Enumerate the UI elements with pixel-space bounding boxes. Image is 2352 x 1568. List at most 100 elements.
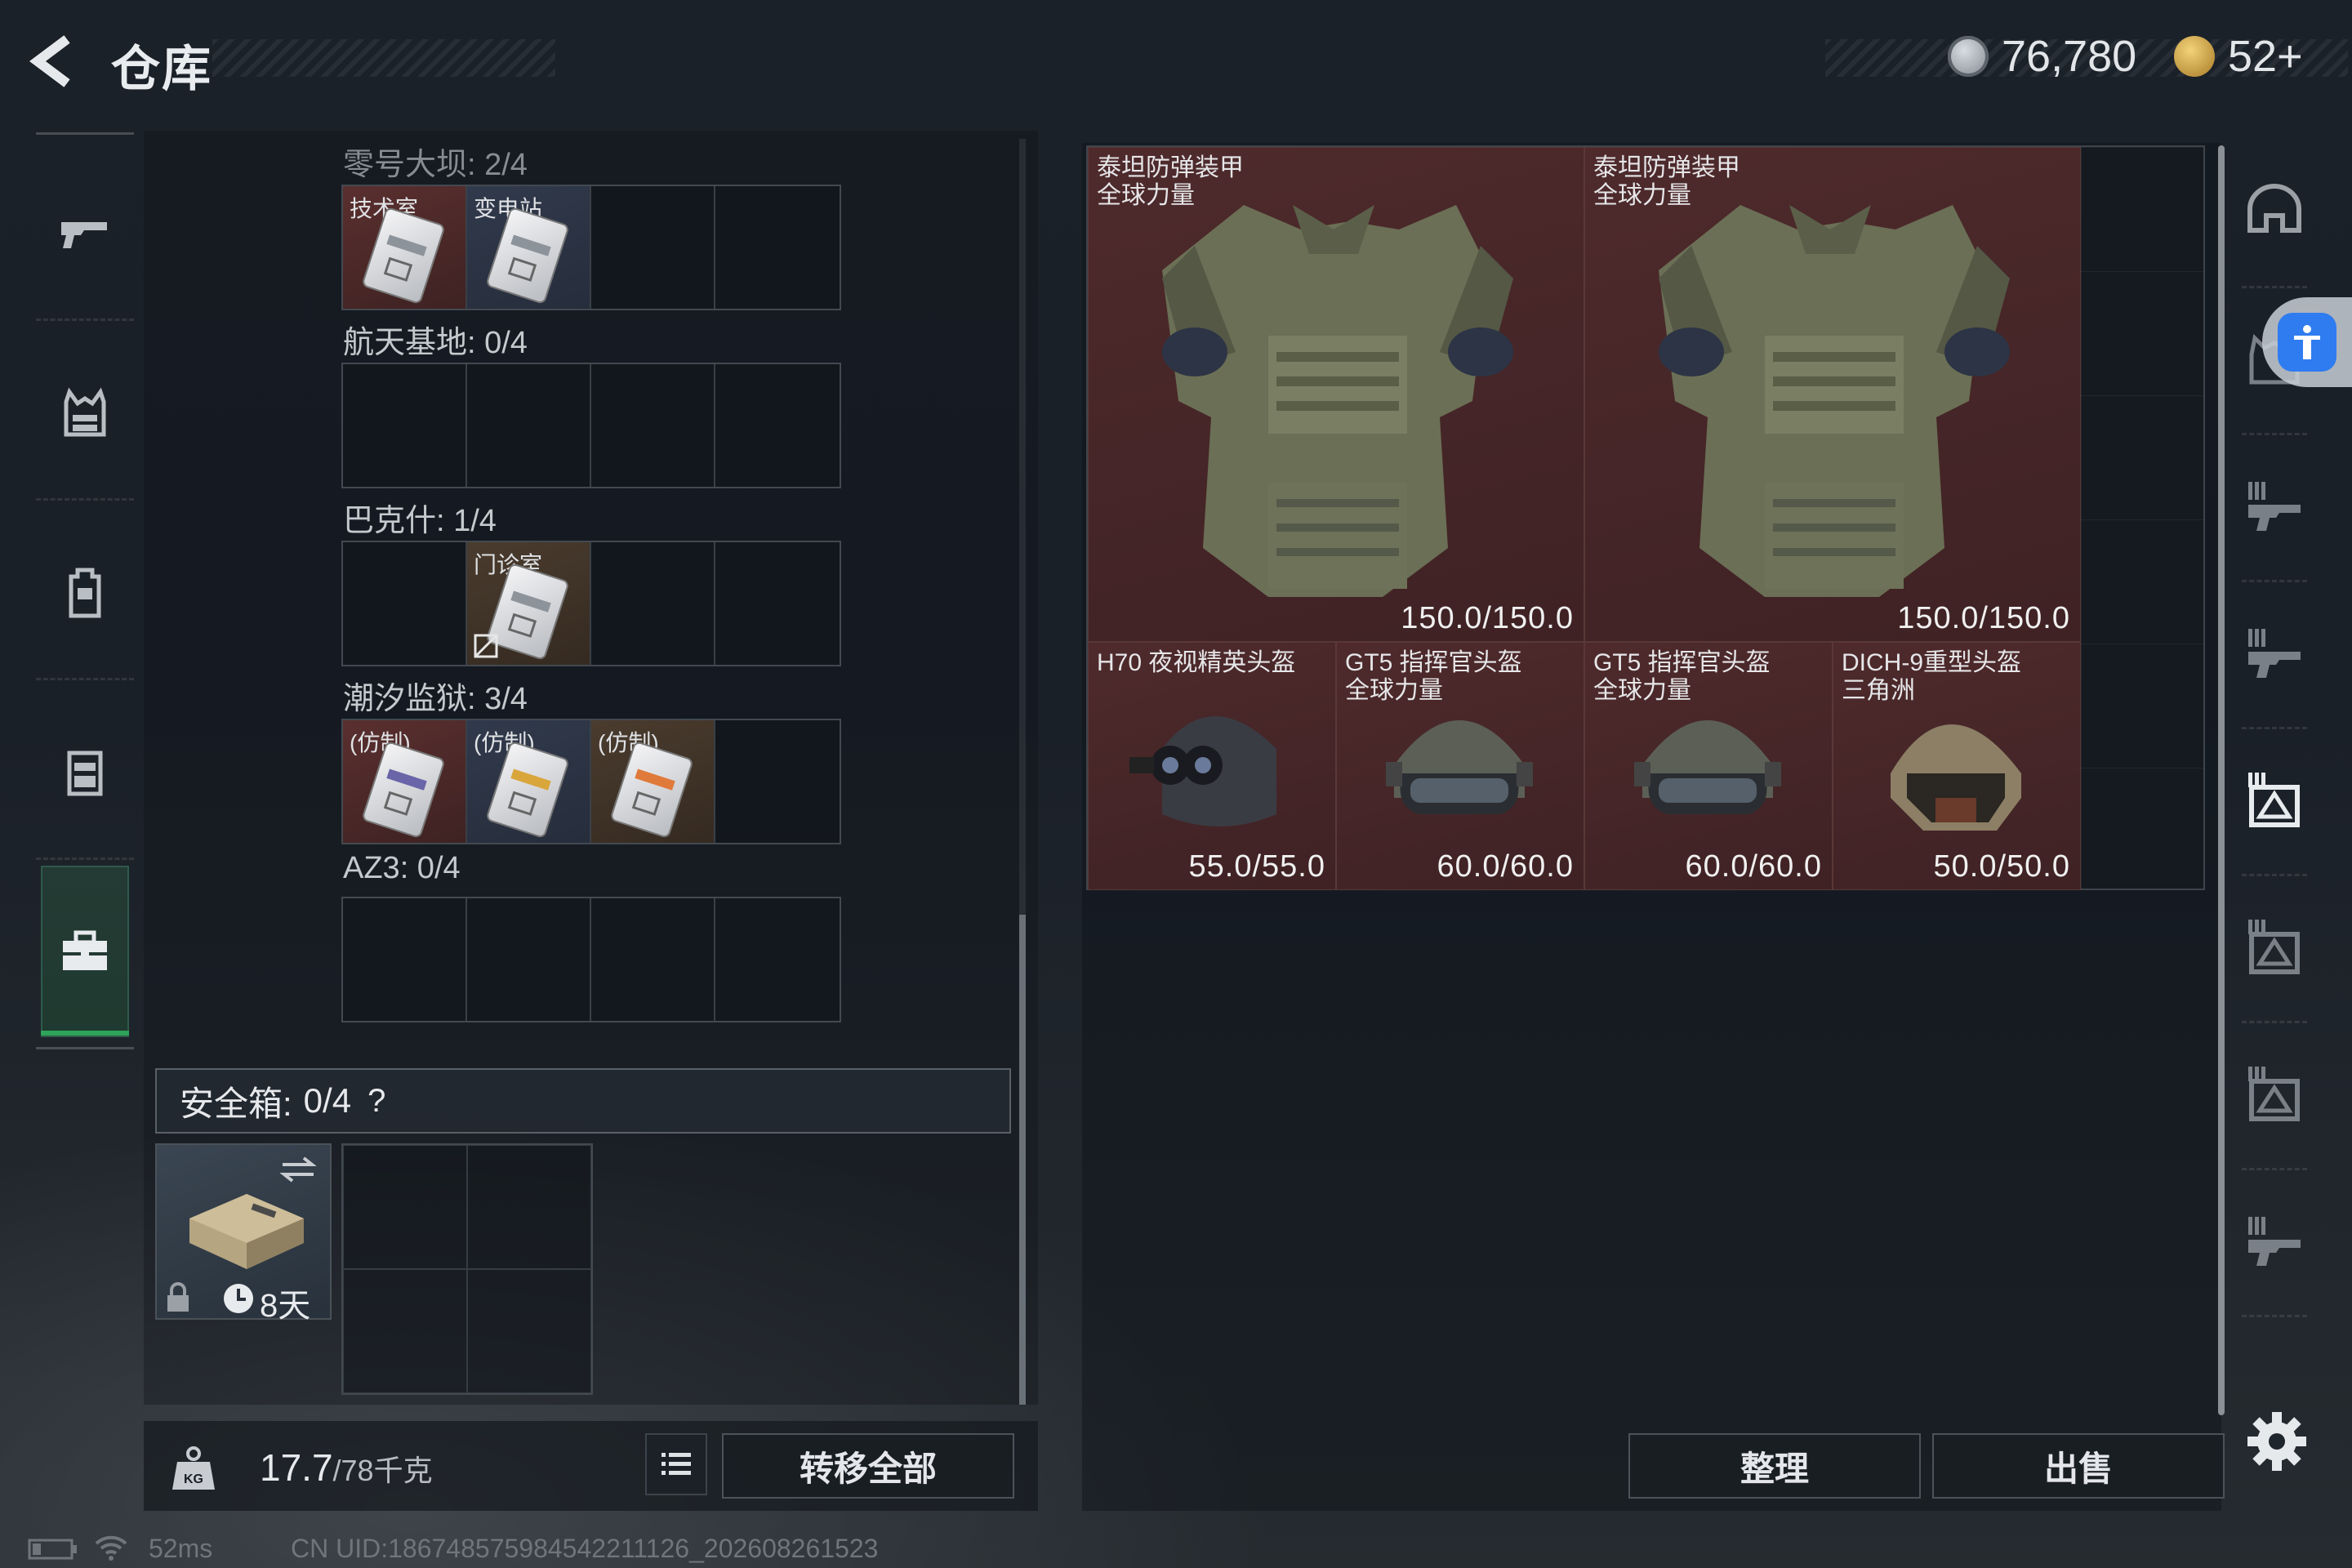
gun-slot-icon [2248,1217,2301,1266]
key-card-slot[interactable]: 门诊室 [467,542,591,665]
safe-case-icon [189,1194,304,1269]
clock-icon [224,1284,253,1313]
gun-icon [61,222,107,248]
equip-slot-helmet[interactable] [2234,139,2315,286]
list-view-button[interactable] [645,1433,707,1495]
currency-premium-value: 52+ [2228,32,2303,81]
right-scrollbar[interactable] [2218,145,2225,1415]
sidebar-divider [36,858,134,860]
category-sidebar [28,131,142,1054]
container-slot-icon [2248,1067,2300,1121]
toolbox-icon [63,930,107,970]
sidebar-item-toolbox[interactable] [41,866,129,1037]
weight-current: 17.7 [260,1446,333,1489]
back-arrow-icon[interactable] [24,33,82,90]
sidebar-divider [36,1047,134,1049]
item-durability: 55.0/55.0 [1188,849,1325,884]
empty-slot[interactable] [467,1145,591,1269]
empty-slot[interactable] [715,542,840,665]
help-icon[interactable]: ? [368,1083,385,1120]
safe-box-header: 安全箱: 0/4 ? [155,1068,1011,1134]
key-card-slot[interactable]: (仿制) [343,720,467,843]
item-durability: 150.0/150.0 [1897,601,2070,635]
equip-slot-container-active[interactable] [2234,727,2315,874]
safe-box-duration: 8天 [260,1288,311,1324]
sell-button[interactable]: 出售 [1932,1433,2225,1499]
collection-grid [341,363,841,488]
sidebar-divider [36,132,134,135]
transfer-all-button[interactable]: 转移全部 [722,1433,1014,1499]
empty-slot[interactable] [591,898,715,1021]
key-card-slot[interactable]: (仿制) [467,720,591,843]
accessibility-button[interactable] [2262,297,2352,387]
sidebar-divider [36,678,134,680]
key-card-slot[interactable]: 变电站 [467,186,591,309]
sidebar-item-armor[interactable] [28,327,142,498]
equip-slot-container[interactable] [2234,1021,2315,1168]
empty-slot[interactable] [343,898,467,1021]
ping-value: 52ms [149,1534,213,1563]
title-decoration [212,39,555,77]
page-title: 仓库 [111,42,212,96]
collection-grid [341,897,841,1022]
collection-title: 巴克什: 1/4 [343,504,497,538]
empty-slot[interactable] [343,542,467,665]
empty-slot[interactable] [591,542,715,665]
empty-slot[interactable] [467,898,591,1021]
collection-grid: 技术室 变电站 [341,185,841,310]
collection-grid: 门诊室 [341,541,841,666]
equip-slot-weapon-1[interactable] [2234,433,2315,580]
empty-slot[interactable] [343,364,467,487]
inventory-item[interactable]: 泰坦防弹装甲 全球力量 150.0/150.0 [1584,147,2081,642]
inventory-item[interactable]: H70 夜视精英头盔 55.0/55.0 [1088,642,1336,890]
equip-slot-container[interactable] [2234,874,2315,1021]
item-durability: 60.0/60.0 [1685,849,1822,884]
sidebar-item-chest-rig[interactable] [28,686,142,858]
swap-icon[interactable] [278,1153,318,1186]
equip-slot-weapon-3[interactable] [2234,1168,2315,1315]
empty-slot[interactable] [467,1269,591,1393]
armor-vest-image [1659,205,2010,597]
empty-slot[interactable] [467,364,591,487]
coin-icon [1948,36,1989,77]
key-card-slot[interactable]: (仿制) [591,720,715,843]
inventory-item[interactable]: GT5 指挥官头盔 全球力量 60.0/60.0 [1584,642,1833,890]
key-card-slot[interactable]: 技术室 [343,186,467,309]
empty-slot[interactable] [715,364,840,487]
sidebar-item-backpack[interactable] [28,506,142,678]
collection-title: AZ3: 0/4 [343,851,461,885]
item-durability: 60.0/60.0 [1437,849,1574,884]
currency-coin[interactable]: 76,780 [1948,28,2136,85]
currency-premium[interactable]: 52+ [2174,28,2303,85]
safe-box-slot[interactable]: 8天 [155,1143,332,1324]
container-slot-icon [2248,773,2300,827]
empty-slot[interactable] [343,1145,467,1269]
broken-icon [474,634,498,658]
inventory-item[interactable]: DICH-9重型头盔 三角洲 50.0/50.0 [1833,642,2081,890]
wifi-icon [95,1535,127,1561]
equip-slot-weapon-2[interactable] [2234,580,2315,727]
empty-slot[interactable] [591,364,715,487]
sidebar-item-weapons[interactable] [28,147,142,318]
chest-rig-icon [67,751,103,796]
inventory-item[interactable]: 泰坦防弹装甲 全球力量 150.0/150.0 [1088,147,1584,642]
empty-slot[interactable] [343,1269,467,1393]
empty-slot[interactable] [715,720,840,843]
organize-button[interactable]: 整理 [1628,1433,1921,1499]
scrollbar-thumb[interactable] [1019,915,1026,1405]
left-scrollbar[interactable] [1019,139,1026,1405]
empty-slot[interactable] [715,186,840,309]
helmet-image [1386,720,1533,814]
triangle-coin-icon [2174,36,2215,77]
empty-slot[interactable] [715,898,840,1021]
backpack-icon [69,568,101,618]
helmet-image [1891,724,2021,831]
gun-slot-icon [2248,482,2301,531]
safe-box-count: 0/4 [303,1081,352,1120]
weight-max: /78千克 [332,1454,433,1487]
empty-slot[interactable] [591,186,715,309]
gun-slot-icon [2248,629,2301,678]
collection-grid: (仿制) (仿制) (仿制) [341,719,841,844]
gear-icon[interactable] [2244,1409,2310,1474]
inventory-item[interactable]: GT5 指挥官头盔 全球力量 60.0/60.0 [1336,642,1584,890]
